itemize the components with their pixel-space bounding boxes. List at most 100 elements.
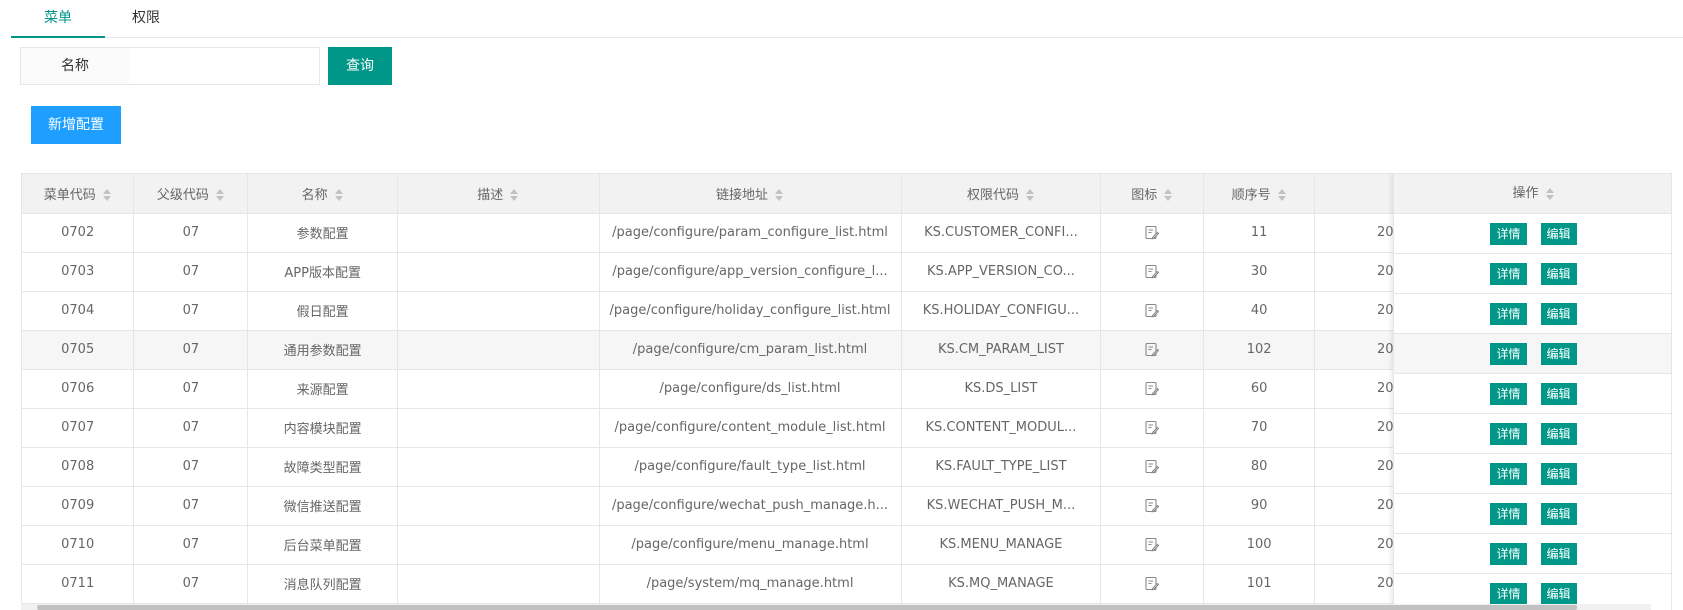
sort-icon[interactable] bbox=[774, 189, 784, 202]
cell-permission-code: KS.CONTENT_MODUL... bbox=[901, 408, 1102, 448]
detail-button[interactable]: 详情 bbox=[1490, 302, 1527, 325]
cell-permission-code: KS.MENU_MANAGE bbox=[901, 525, 1102, 565]
cell-icon bbox=[1100, 447, 1205, 487]
edit-button[interactable]: 编辑 bbox=[1540, 542, 1577, 565]
cell-menu-code: 0709 bbox=[22, 486, 135, 526]
cell-order: 30 bbox=[1203, 252, 1316, 292]
sort-icon[interactable] bbox=[215, 189, 225, 202]
sort-icon[interactable] bbox=[1025, 189, 1035, 202]
edit-note-icon bbox=[1145, 420, 1160, 435]
cell-icon bbox=[1100, 564, 1205, 604]
cell-permission-code: KS.HOLIDAY_CONFIGU... bbox=[901, 291, 1102, 331]
detail-button[interactable]: 详情 bbox=[1490, 502, 1527, 525]
add-config-button[interactable]: 新增配置 bbox=[31, 106, 121, 144]
cell-order: 11 bbox=[1203, 213, 1316, 253]
col-header-name[interactable]: 名称 bbox=[247, 174, 399, 214]
edit-button[interactable]: 编辑 bbox=[1540, 582, 1577, 605]
sort-icon[interactable] bbox=[1163, 189, 1173, 202]
col-header-menu-code[interactable]: 菜单代码 bbox=[22, 174, 135, 214]
operations-column: 操作 详情 编辑 详情 编辑 详情 编辑 详情 编辑 详情 编辑 详情 编辑 详情 编辑 详情 编辑 详情 编辑详… bbox=[1393, 174, 1671, 610]
cell-description bbox=[397, 408, 600, 448]
cell-name: 消息队列配置 bbox=[247, 564, 399, 604]
detail-button[interactable]: 详情 bbox=[1490, 422, 1527, 445]
col-header-icon[interactable]: 图标 bbox=[1100, 174, 1205, 214]
edit-note-icon bbox=[1145, 264, 1160, 279]
cell-menu-code: 0708 bbox=[22, 447, 135, 487]
cell-url: /page/system/mq_manage.html bbox=[599, 564, 902, 604]
cell-menu-code: 0705 bbox=[22, 330, 135, 370]
cell-menu-code: 0703 bbox=[22, 252, 135, 292]
cell-url: /page/configure/param_configure_list.htm… bbox=[599, 213, 902, 253]
cell-parent-code: 07 bbox=[133, 291, 249, 331]
col-header-permission-code[interactable]: 权限代码 bbox=[901, 174, 1102, 214]
edit-button[interactable]: 编辑 bbox=[1540, 342, 1577, 365]
edit-note-icon bbox=[1145, 498, 1160, 513]
operations-cell: 详情 编辑 bbox=[1394, 534, 1671, 574]
cell-description bbox=[397, 291, 600, 331]
cell-parent-code: 07 bbox=[133, 447, 249, 487]
sort-icon[interactable] bbox=[1277, 189, 1287, 202]
edit-button[interactable]: 编辑 bbox=[1540, 382, 1577, 405]
edit-note-icon bbox=[1145, 459, 1160, 474]
detail-button[interactable]: 详情 bbox=[1490, 262, 1527, 285]
sort-icon[interactable] bbox=[509, 189, 519, 202]
edit-note-icon bbox=[1145, 576, 1160, 591]
edit-button[interactable]: 编辑 bbox=[1540, 422, 1577, 445]
edit-button[interactable]: 编辑 bbox=[1540, 502, 1577, 525]
detail-button[interactable]: 详情 bbox=[1490, 542, 1527, 565]
operations-cell: 详情 编辑 bbox=[1394, 334, 1671, 374]
sort-icon[interactable] bbox=[102, 189, 112, 202]
cell-permission-code: KS.FAULT_TYPE_LIST bbox=[901, 447, 1102, 487]
cell-name: 内容模块配置 bbox=[247, 408, 399, 448]
cell-url: /page/configure/menu_manage.html bbox=[599, 525, 902, 565]
cell-url: /page/configure/wechat_push_manage.h... bbox=[599, 486, 902, 526]
edit-button[interactable]: 编辑 bbox=[1540, 222, 1577, 245]
edit-button[interactable]: 编辑 bbox=[1540, 462, 1577, 485]
cell-url: /page/configure/content_module_list.html bbox=[599, 408, 902, 448]
cell-menu-code: 0710 bbox=[22, 525, 135, 565]
horizontal-scrollbar[interactable] bbox=[21, 604, 1651, 610]
detail-button[interactable]: 详情 bbox=[1490, 222, 1527, 245]
cell-name: 故障类型配置 bbox=[247, 447, 399, 487]
cell-parent-code: 07 bbox=[133, 525, 249, 565]
cell-permission-code: KS.CUSTOMER_CONFI... bbox=[901, 213, 1102, 253]
sort-icon[interactable] bbox=[1545, 187, 1555, 200]
cell-menu-code: 0702 bbox=[22, 213, 135, 253]
col-header-description[interactable]: 描述 bbox=[397, 174, 600, 214]
query-button[interactable]: 查询 bbox=[328, 47, 392, 85]
col-header-order[interactable]: 顺序号 bbox=[1203, 174, 1316, 214]
cell-name: 通用参数配置 bbox=[247, 330, 399, 370]
tab-menu[interactable]: 菜单 bbox=[11, 0, 105, 38]
cell-url: /page/configure/app_version_configure_l.… bbox=[599, 252, 902, 292]
cell-description bbox=[397, 330, 600, 370]
cell-icon bbox=[1100, 369, 1205, 409]
cell-icon bbox=[1100, 252, 1205, 292]
operations-cell: 详情 编辑 bbox=[1394, 494, 1671, 534]
cell-description bbox=[397, 252, 600, 292]
col-header-parent-code[interactable]: 父级代码 bbox=[133, 174, 249, 214]
cell-order: 70 bbox=[1203, 408, 1316, 448]
detail-button[interactable]: 详情 bbox=[1490, 382, 1527, 405]
cell-parent-code: 07 bbox=[133, 330, 249, 370]
detail-button[interactable]: 详情 bbox=[1490, 342, 1527, 365]
cell-description bbox=[397, 525, 600, 565]
edit-button[interactable]: 编辑 bbox=[1540, 262, 1577, 285]
detail-button[interactable]: 详情 bbox=[1490, 582, 1527, 605]
cell-url: /page/configure/ds_list.html bbox=[599, 369, 902, 409]
col-header-operations[interactable]: 操作 bbox=[1394, 174, 1671, 214]
tab-permission[interactable]: 权限 bbox=[105, 0, 187, 38]
cell-menu-code: 0704 bbox=[22, 291, 135, 331]
cell-order: 60 bbox=[1203, 369, 1316, 409]
cell-order: 100 bbox=[1203, 525, 1316, 565]
edit-button[interactable]: 编辑 bbox=[1540, 302, 1577, 325]
cell-icon bbox=[1100, 486, 1205, 526]
cell-icon bbox=[1100, 213, 1205, 253]
cell-description bbox=[397, 564, 600, 604]
col-header-url[interactable]: 链接地址 bbox=[599, 174, 902, 214]
sort-icon[interactable] bbox=[334, 189, 344, 202]
scrollbar-thumb[interactable] bbox=[37, 605, 1577, 610]
cell-name: 后台菜单配置 bbox=[247, 525, 399, 565]
search-name-input[interactable] bbox=[129, 47, 320, 85]
detail-button[interactable]: 详情 bbox=[1490, 462, 1527, 485]
cell-order: 90 bbox=[1203, 486, 1316, 526]
